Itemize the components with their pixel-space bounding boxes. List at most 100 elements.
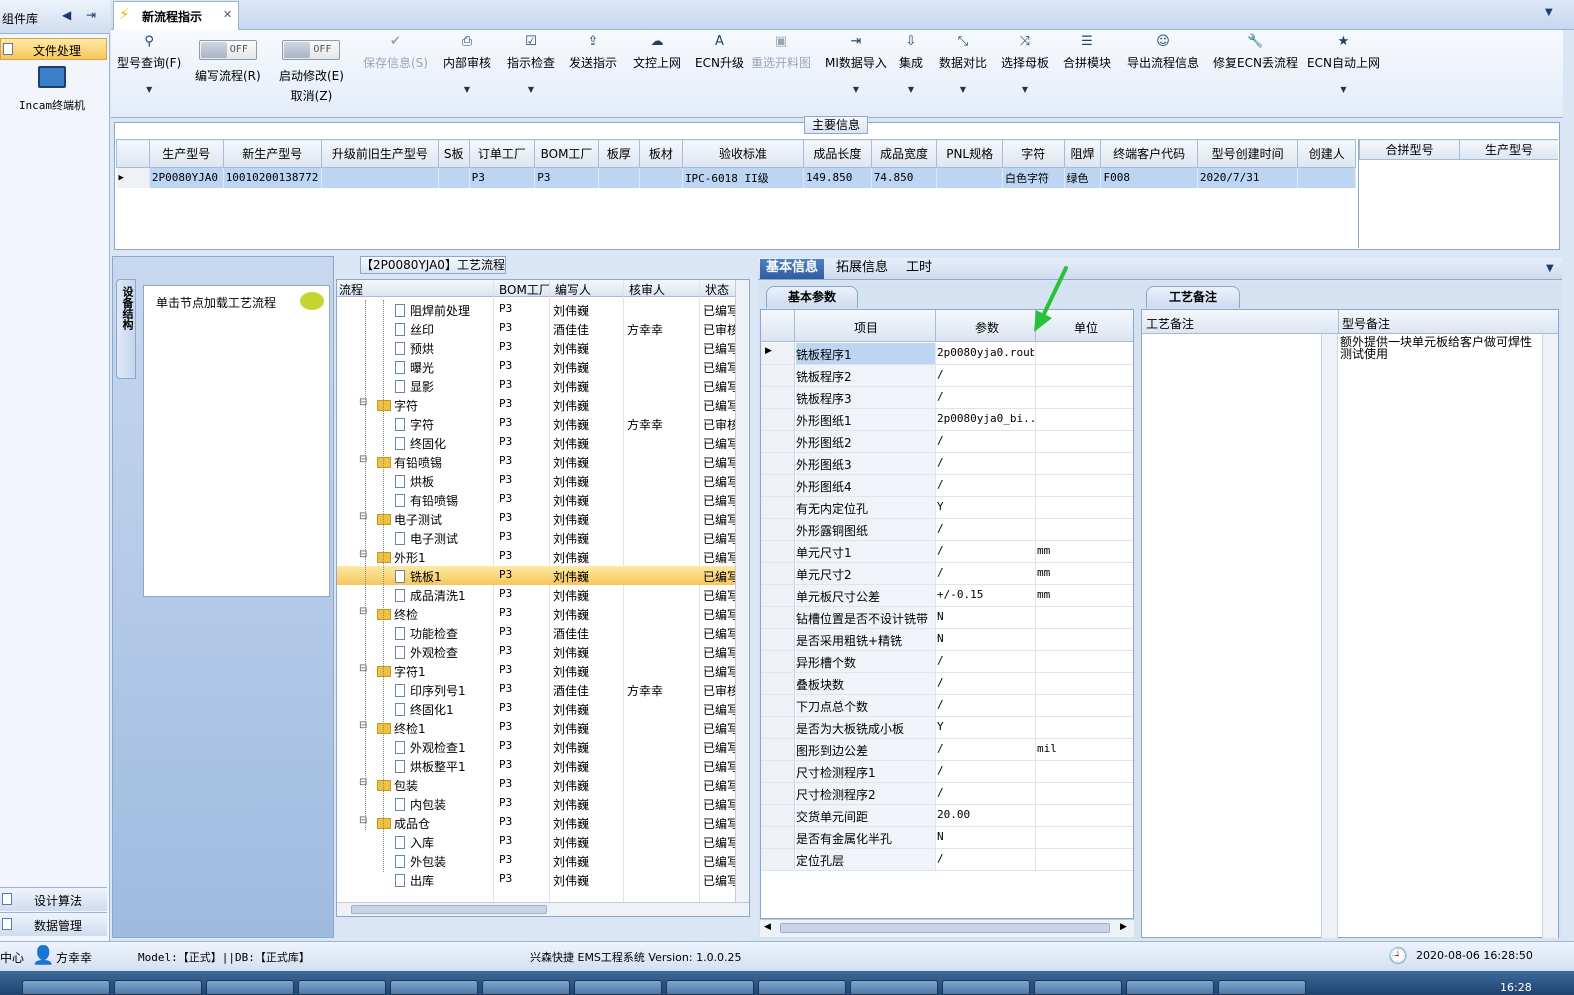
tree-node[interactable]: 电子测试 P3 刘伟巍 已编写: [337, 528, 735, 547]
tab-new-flow-instruction[interactable]: ⚡ 新流程指示 ✕: [113, 1, 239, 30]
column-header[interactable]: 合拼型号: [1359, 139, 1460, 160]
param-value[interactable]: /: [937, 566, 1034, 579]
table-cell[interactable]: 10010200138772: [223, 167, 322, 188]
column-header[interactable]: 项目: [854, 319, 878, 336]
column-header[interactable]: 型号创建时间: [1196, 139, 1299, 168]
param-value[interactable]: /: [937, 544, 1034, 557]
param-row[interactable]: 单元尺寸2 /mm: [761, 563, 1133, 585]
param-row[interactable]: 铣板程序3 /: [761, 387, 1133, 409]
table-cell[interactable]: 149.850: [803, 167, 872, 188]
param-row[interactable]: 外形图纸3 /: [761, 453, 1133, 475]
column-header[interactable]: 状态: [705, 281, 729, 298]
table-cell[interactable]: [639, 167, 683, 188]
sidebar-item-data-management[interactable]: 数据管理: [0, 912, 107, 936]
tree-node[interactable]: 外包装 P3 刘伟巍 已编写: [337, 851, 735, 870]
ribbon-button[interactable]: ☺ 导出流程信息: [1127, 34, 1199, 71]
param-value[interactable]: 20.00: [937, 808, 1034, 821]
param-row[interactable]: 钻槽位置是否不设计铣带 N: [761, 607, 1133, 629]
tree-horizontal-scrollbar[interactable]: [337, 902, 749, 916]
param-row[interactable]: 尺寸检测程序1 /: [761, 761, 1133, 783]
ribbon-button[interactable]: OFF 编写流程(R): [195, 40, 261, 84]
column-header[interactable]: 升级前旧生产型号: [320, 139, 439, 168]
table-cell[interactable]: P3: [534, 167, 599, 188]
ribbon-button[interactable]: ☁ 文控上网: [633, 34, 681, 71]
ribbon-button[interactable]: ⇥ MI数据导入 ▼: [825, 34, 887, 94]
tree-node[interactable]: 出库 P3 刘伟巍 已编写: [337, 870, 735, 889]
param-row[interactable]: 单元尺寸1 /mm: [761, 541, 1133, 563]
column-header[interactable]: 新生产型号: [222, 139, 322, 168]
param-value[interactable]: Y: [937, 720, 1034, 733]
param-value[interactable]: +/-0.15: [937, 588, 1034, 601]
param-row[interactable]: 有无内定位孔 Y: [761, 497, 1133, 519]
param-row[interactable]: 下刀点总个数 /: [761, 695, 1133, 717]
table-cell[interactable]: IPC-6018 II级: [682, 167, 804, 188]
scroll-thumb[interactable]: [351, 905, 547, 914]
scroll-left-icon[interactable]: ◀: [764, 922, 771, 932]
toggle-switch[interactable]: OFF: [282, 40, 341, 60]
tree-node[interactable]: 显影 P3 刘伟巍 已编写: [337, 376, 735, 395]
param-row[interactable]: 铣板程序2 /: [761, 365, 1133, 387]
table-cell[interactable]: [321, 167, 439, 188]
taskbar-button[interactable]: [298, 980, 386, 995]
tree-node[interactable]: 有铅喷锡 P3 刘伟巍 已编写: [337, 490, 735, 509]
param-row[interactable]: ▶ 铣板程序1 2p0080yja0.roubk: [761, 343, 1133, 365]
column-header[interactable]: 生产型号: [148, 139, 224, 168]
tree-node[interactable]: 字符 P3 刘伟巍 方幸幸 已审核: [337, 414, 735, 433]
dock-icon[interactable]: ⇥: [86, 8, 96, 22]
table-cell[interactable]: 2020/7/31: [1197, 167, 1299, 188]
scroll-right-icon[interactable]: ▶: [1120, 922, 1127, 932]
ribbon-button[interactable]: ⚲ 型号查询(F) ▼: [117, 34, 181, 94]
dropdown-arrow-icon[interactable]: ▼: [1001, 85, 1049, 94]
ribbon-button[interactable]: ⇩ 集成 ▼: [899, 34, 923, 94]
tab-process-notes[interactable]: 工艺备注: [1146, 286, 1240, 308]
tree-node[interactable]: 曝光 P3 刘伟巍 已编写: [337, 357, 735, 376]
tree-node[interactable]: 入库 P3 刘伟巍 已编写: [337, 832, 735, 851]
model-note-text[interactable]: 额外提供一块单元板给客户做可焊性测试使用: [1340, 336, 1540, 360]
chevron-down-icon[interactable]: ▼: [1546, 263, 1554, 274]
tree-node[interactable]: 烘板整平1 P3 刘伟巍 已编写: [337, 756, 735, 775]
taskbar-button[interactable]: [1034, 980, 1122, 995]
tree-node[interactable]: 内包装 P3 刘伟巍 已编写: [337, 794, 735, 813]
tab-work-hours[interactable]: 工时: [900, 259, 938, 279]
tab-basic-info[interactable]: 基本信息: [760, 259, 825, 279]
tree-node[interactable]: 终固化1 P3 刘伟巍 已编写: [337, 699, 735, 718]
param-row[interactable]: 外形图纸2 /: [761, 431, 1133, 453]
taskbar-button[interactable]: [758, 980, 846, 995]
param-value[interactable]: 2p0080yja0_bi...: [937, 412, 1034, 425]
column-header[interactable]: 板厚: [597, 139, 640, 168]
table-cell[interactable]: P3: [469, 167, 536, 188]
taskbar-button[interactable]: [114, 980, 202, 995]
tab-basic-params[interactable]: 基本参数: [766, 286, 858, 308]
param-row[interactable]: 交货单元间距 20.00: [761, 805, 1133, 827]
column-header[interactable]: 成品长度: [802, 139, 872, 168]
ribbon-button[interactable]: A ECN升级: [695, 34, 744, 71]
tab-menu-chevron-icon[interactable]: ▼: [1545, 7, 1553, 18]
taskbar-button[interactable]: [1126, 980, 1214, 995]
taskbar-button[interactable]: [482, 980, 570, 995]
taskbar-button[interactable]: [574, 980, 662, 995]
scroll-thumb[interactable]: [780, 923, 1110, 933]
dropdown-arrow-icon[interactable]: ▼: [443, 85, 491, 94]
taskbar-button[interactable]: [1218, 980, 1306, 995]
param-row[interactable]: 是否采用粗铣+精铣 N: [761, 629, 1133, 651]
tree-node[interactable]: ⊟ 电子测试 P3 刘伟巍 已编写: [337, 509, 735, 528]
param-row[interactable]: 图形到边公差 / mil: [761, 739, 1133, 761]
param-value[interactable]: /: [937, 368, 1034, 381]
tree-node[interactable]: ⊟ 有铅喷锡 P3 刘伟巍 已编写: [337, 452, 735, 471]
param-value[interactable]: 2p0080yja0.roubk: [937, 346, 1034, 359]
param-value[interactable]: /: [937, 654, 1034, 667]
table-cell[interactable]: 74.850: [871, 167, 938, 188]
ribbon-button[interactable]: ⎙ 内部审核 ▼: [443, 34, 491, 94]
param-value[interactable]: Y: [937, 500, 1034, 513]
column-header[interactable]: 订单工厂: [468, 139, 536, 168]
ribbon-button[interactable]: 🔧 修复ECN丢流程: [1213, 34, 1298, 71]
dropdown-arrow-icon[interactable]: ▼: [825, 85, 887, 94]
collapse-icon[interactable]: ⊟: [359, 397, 367, 408]
tree-node[interactable]: 印序列号1 P3 酒佳佳 方幸幸 已审核: [337, 680, 735, 699]
tree-node[interactable]: 外观检查1 P3 刘伟巍 已编写: [337, 737, 735, 756]
column-header[interactable]: BOM工厂: [534, 139, 599, 168]
column-header[interactable]: 编写人: [555, 281, 591, 298]
ribbon-button[interactable]: ▣ 重选开料图: [751, 34, 811, 71]
column-header[interactable]: 参数: [975, 319, 999, 336]
ribbon-button[interactable]: ✔ 保存信息(S): [363, 34, 428, 71]
